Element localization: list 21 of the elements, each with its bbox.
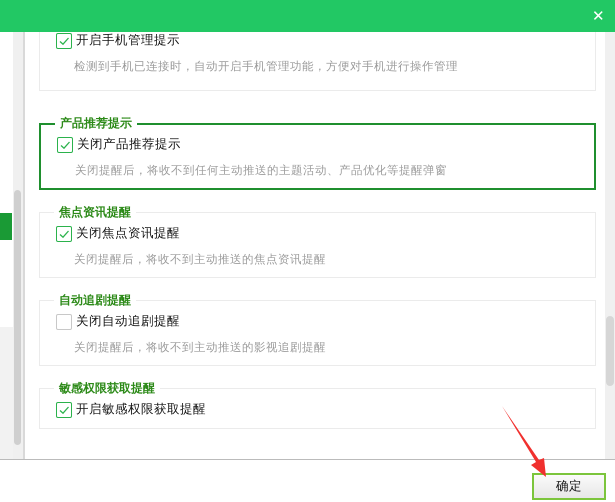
checkbox-label[interactable]: 关闭焦点资讯提醒 (76, 225, 180, 242)
option-description: 检测到手机已连接时，自动开启手机管理功能，方便对手机进行操作管理 (74, 59, 459, 74)
checkbox[interactable] (56, 402, 72, 418)
checkbox[interactable] (56, 226, 72, 242)
group-title: 产品推荐提示 (59, 115, 133, 132)
option-description: 关闭提醒后，将收不到主动推送的影视追剧提醒 (74, 340, 327, 355)
scrollbar[interactable] (605, 32, 615, 459)
checkbox-label[interactable]: 开启手机管理提示 (76, 32, 180, 49)
group-title: 自动追剧提醒 (58, 292, 132, 309)
group-title: 敏感权限获取提醒 (58, 380, 156, 397)
checkbox[interactable] (57, 136, 73, 152)
checkbox-label[interactable]: 关闭产品推荐提示 (77, 136, 181, 153)
checkbox-label[interactable]: 关闭自动追剧提醒 (76, 313, 180, 330)
option-description: 关闭提醒后，将收不到任何主动推送的主题活动、产品优化等提醒弹窗 (75, 163, 448, 178)
checkbox[interactable] (56, 314, 72, 330)
checkbox-label[interactable]: 开启敏感权限获取提醒 (76, 401, 206, 418)
scrollbar[interactable] (13, 32, 25, 459)
group-title: 焦点资讯提醒 (58, 204, 132, 221)
option-description: 关闭提醒后，将收不到主动推送的焦点资讯提醒 (74, 252, 327, 267)
confirm-button[interactable]: 确定 (532, 473, 606, 500)
checkbox[interactable] (56, 32, 72, 48)
